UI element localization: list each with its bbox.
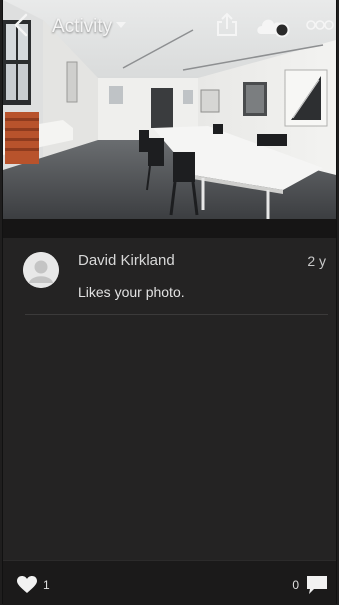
activity-user-name[interactable]: David Kirkland xyxy=(78,252,175,269)
share-icon[interactable] xyxy=(215,12,239,38)
activity-item[interactable]: David Kirkland 2 y Likes your photo. xyxy=(3,238,336,316)
chevron-down-icon xyxy=(116,21,127,28)
user-placeholder-icon xyxy=(23,252,59,288)
top-bar: Activity xyxy=(3,0,336,48)
activity-screen: Activity David Kirkland 2 y Likes your p… xyxy=(2,0,337,605)
title-dropdown[interactable]: Activity xyxy=(52,16,127,38)
comment-count: 0 xyxy=(292,578,299,592)
heart-icon[interactable] xyxy=(17,576,37,594)
cloud-sync-icon[interactable] xyxy=(255,14,291,38)
avatar[interactable] xyxy=(23,252,59,288)
photo-preview[interactable]: Activity xyxy=(3,0,336,219)
back-icon[interactable] xyxy=(9,12,35,38)
comment-icon[interactable] xyxy=(306,575,328,595)
more-icon[interactable] xyxy=(306,18,334,32)
page-title: Activity xyxy=(52,16,113,37)
bottom-bar: 1 0 xyxy=(3,560,336,605)
divider xyxy=(25,314,328,315)
like-count: 1 xyxy=(43,578,50,592)
photo-divider xyxy=(3,219,336,238)
activity-message: Likes your photo. xyxy=(78,284,185,300)
activity-timestamp: 2 y xyxy=(307,253,326,269)
